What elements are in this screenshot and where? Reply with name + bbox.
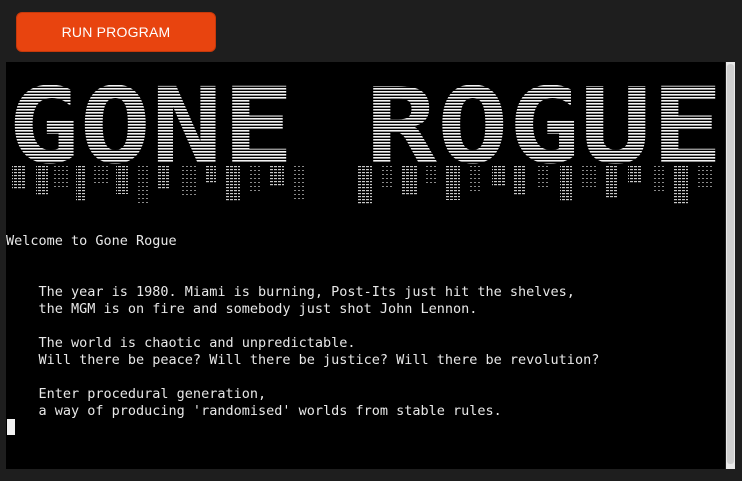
terminal-line: Will there be peace? Will there be justi… — [6, 352, 600, 368]
terminal-line: Enter procedural generation, — [6, 386, 267, 402]
terminal-line: a way of producing 'randomised' worlds f… — [6, 403, 502, 419]
terminal-scrollbar[interactable] — [726, 62, 735, 469]
banner-drips — [12, 166, 712, 206]
text-cursor — [7, 419, 15, 435]
scrollbar-thumb[interactable] — [727, 64, 734, 464]
terminal-line: Welcome to Gone Rogue — [6, 233, 177, 249]
terminal-line: The world is chaotic and unpredictable. — [6, 335, 356, 351]
terminal-output[interactable]: GONE ROGUE Welcome to Gone Rogue The yea… — [6, 62, 725, 469]
terminal-line: The year is 1980. Miami is burning, Post… — [6, 284, 575, 300]
ascii-art-banner: GONE ROGUE — [8, 70, 723, 206]
run-program-button[interactable]: RUN PROGRAM — [16, 12, 216, 52]
terminal-line: the MGM is on fire and somebody just sho… — [6, 301, 478, 317]
